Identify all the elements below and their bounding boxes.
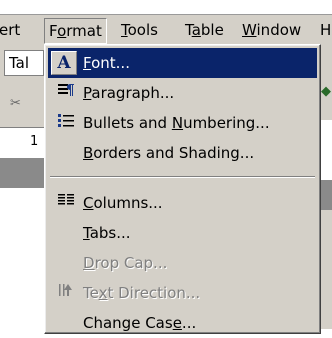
menu-item-label: Borders and Shading... <box>83 144 255 162</box>
menu-window[interactable]: Window <box>238 19 305 41</box>
cut-icon[interactable]: ✂ <box>10 96 21 111</box>
document-edge-right <box>321 180 332 210</box>
bullets-icon <box>54 108 78 138</box>
menu-tools-label: Tools <box>121 21 158 39</box>
menu-item-label: Bullets and Numbering... <box>83 114 270 132</box>
menu-table[interactable]: Table <box>181 19 228 41</box>
menu-item-font[interactable]: A Font... <box>48 48 317 78</box>
toolbar-icon[interactable]: ◆ <box>321 84 331 99</box>
menu-item-tabs[interactable]: Tabs... <box>48 218 317 248</box>
style-dropdown[interactable]: Tal <box>4 50 44 76</box>
right-toolbar-strip: ◆ <box>321 44 332 329</box>
menu-bar: ert Format Tools Table Window H <box>0 14 332 44</box>
menu-item-text-direction[interactable]: Text Direction... <box>48 278 317 308</box>
menu-help[interactable]: H <box>316 19 332 41</box>
columns-icon <box>54 188 78 218</box>
menu-window-label: Window <box>242 21 302 39</box>
menu-item-label: Change Case... <box>83 314 197 332</box>
menu-format-label: Format <box>49 22 102 40</box>
menu-item-change-case[interactable]: Change Case... <box>48 308 317 338</box>
menu-table-label: Table <box>185 21 224 39</box>
ruler: 1 <box>0 127 44 158</box>
menu-item-label: Font... <box>83 54 130 72</box>
menu-item-label: Text Direction... <box>83 284 201 302</box>
font-a-icon: A <box>51 51 77 75</box>
menu-item-columns[interactable]: Columns... <box>48 188 317 218</box>
document-edge <box>0 158 44 188</box>
ruler-number: 1 <box>30 134 39 149</box>
menu-insert[interactable]: ert <box>0 19 24 41</box>
menu-divider <box>50 176 315 178</box>
text-direction-icon <box>54 278 78 308</box>
paragraph-icon <box>54 78 78 108</box>
menu-item-borders-shading[interactable]: Borders and Shading... <box>48 138 317 168</box>
menu-item-drop-cap[interactable]: Drop Cap... <box>48 248 317 278</box>
menu-item-label: Paragraph... <box>83 84 175 102</box>
menu-item-bullets-numbering[interactable]: Bullets and Numbering... <box>48 108 317 138</box>
document-area <box>321 120 332 180</box>
format-menu: A Font... Paragraph... Bullets and Numbe… <box>44 44 321 334</box>
menu-item-label: Columns... <box>83 194 163 212</box>
menu-item-label: Drop Cap... <box>83 254 168 272</box>
menu-format[interactable]: Format <box>44 18 107 44</box>
menu-tools[interactable]: Tools <box>117 19 162 41</box>
menu-item-label: Tabs... <box>83 224 131 242</box>
menu-item-paragraph[interactable]: Paragraph... <box>48 78 317 108</box>
